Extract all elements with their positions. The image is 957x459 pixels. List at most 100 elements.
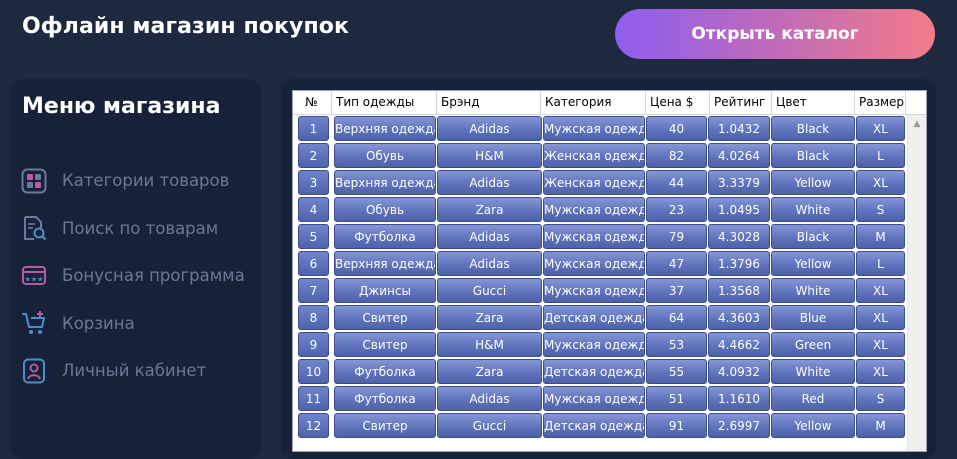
row-number-cell[interactable]: 5 (298, 224, 329, 249)
table-row[interactable]: 10 Футболка Zara Детская одежда 55 4.0932 Whit… (293, 358, 905, 385)
table-cell[interactable]: M (856, 413, 905, 438)
table-cell[interactable]: 4.0264 (708, 143, 770, 168)
table-cell[interactable]: Женская одежда (543, 143, 645, 168)
sidebar-item-search[interactable]: Поиск по товарам (20, 205, 245, 253)
row-number-cell[interactable]: 4 (298, 197, 329, 222)
sidebar-item-categories[interactable]: Категории товаров (20, 157, 245, 205)
column-header[interactable]: Размер (855, 91, 906, 114)
table-cell[interactable]: Джинсы (334, 278, 436, 303)
table-cell[interactable]: Футболка (334, 224, 436, 249)
table-cell[interactable]: Детская одежда (543, 359, 645, 384)
table-cell[interactable]: 4.3028 (708, 224, 770, 249)
table-cell[interactable]: XL (856, 170, 905, 195)
table-cell[interactable]: Zara (437, 359, 542, 384)
table-cell[interactable]: Мужская одежда (543, 278, 645, 303)
row-number-cell[interactable]: 1 (298, 116, 329, 141)
table-row[interactable]: 1 Верхняя одежда Adidas Мужская одежда 40 1.0… (293, 115, 905, 142)
table-cell[interactable]: XL (856, 359, 905, 384)
table-row[interactable]: 6 Верхняя одежда Adidas Мужская одежда 47 1.3… (293, 250, 905, 277)
products-table[interactable]: № Тип одежды Брэнд Категория Цена $ Рейтинг Цв… (292, 90, 927, 452)
table-cell[interactable]: H&M (437, 332, 542, 357)
table-cell[interactable]: 4.4662 (708, 332, 770, 357)
row-number-cell[interactable]: 12 (298, 413, 329, 438)
table-row[interactable]: 2 Обувь H&M Женская одежда 82 4.0264 Black L (293, 142, 905, 169)
table-cell[interactable]: Adidas (437, 170, 542, 195)
table-row[interactable]: 7 Джинсы Gucci Мужская одежда 37 1.3568 White X… (293, 277, 905, 304)
column-header[interactable]: Брэнд (437, 91, 541, 114)
table-cell[interactable]: 53 (646, 332, 707, 357)
open-catalog-button[interactable]: Открыть каталог (615, 9, 935, 59)
table-cell[interactable]: Верхняя одежда (334, 116, 436, 141)
sidebar-item-account[interactable]: Личный кабинет (20, 347, 245, 395)
table-cell[interactable]: XL (856, 332, 905, 357)
table-cell[interactable]: Свитер (334, 305, 436, 330)
table-cell[interactable]: Футболка (334, 386, 436, 411)
table-cell[interactable]: 1.3568 (708, 278, 770, 303)
table-cell[interactable]: Футболка (334, 359, 436, 384)
column-header[interactable]: Цвет (772, 91, 855, 114)
table-cell[interactable]: XL (856, 305, 905, 330)
table-cell[interactable]: White (771, 359, 855, 384)
row-number-cell[interactable]: 3 (298, 170, 329, 195)
column-header[interactable]: Цена $ (646, 91, 710, 114)
table-row[interactable]: 5 Футболка Adidas Мужская одежда 79 4.3028 Bla… (293, 223, 905, 250)
table-cell[interactable]: H&M (437, 143, 542, 168)
table-cell[interactable]: Adidas (437, 224, 542, 249)
table-cell[interactable]: Свитер (334, 413, 436, 438)
row-number-cell[interactable]: 8 (298, 305, 329, 330)
row-number-cell[interactable]: 6 (298, 251, 329, 276)
column-header[interactable]: Категория (541, 91, 646, 114)
table-cell[interactable]: Мужская одежда (543, 197, 645, 222)
table-cell[interactable]: 1.0432 (708, 116, 770, 141)
table-cell[interactable]: L (856, 143, 905, 168)
sidebar-item-bonus[interactable]: ★★★ Бонусная программа (20, 252, 245, 300)
table-cell[interactable]: 47 (646, 251, 707, 276)
table-row[interactable]: 3 Верхняя одежда Adidas Женская одежда 44 3.3… (293, 169, 905, 196)
table-cell[interactable]: 2.6997 (708, 413, 770, 438)
table-cell[interactable]: 91 (646, 413, 707, 438)
table-cell[interactable]: L (856, 251, 905, 276)
table-cell[interactable]: Red (771, 386, 855, 411)
sidebar-item-cart[interactable]: Корзина (20, 300, 245, 348)
table-cell[interactable]: S (856, 197, 905, 222)
table-cell[interactable]: 51 (646, 386, 707, 411)
table-cell[interactable]: Zara (437, 197, 542, 222)
table-cell[interactable]: Мужская одежда (543, 332, 645, 357)
table-cell[interactable]: 1.3796 (708, 251, 770, 276)
table-cell[interactable]: Yellow (771, 251, 855, 276)
row-number-cell[interactable]: 9 (298, 332, 329, 357)
table-cell[interactable]: 37 (646, 278, 707, 303)
table-cell[interactable]: Мужская одежда (543, 251, 645, 276)
table-cell[interactable]: Black (771, 224, 855, 249)
table-cell[interactable]: 1.0495 (708, 197, 770, 222)
table-row[interactable]: 12 Свитер Gucci Детская одежда 91 2.6997 Yello… (293, 412, 905, 439)
table-cell[interactable]: Yellow (771, 170, 855, 195)
table-cell[interactable]: Свитер (334, 332, 436, 357)
table-cell[interactable]: XL (856, 278, 905, 303)
table-cell[interactable]: Green (771, 332, 855, 357)
table-cell[interactable]: 3.3379 (708, 170, 770, 195)
table-cell[interactable]: Gucci (437, 278, 542, 303)
table-cell[interactable]: 4.0932 (708, 359, 770, 384)
table-cell[interactable]: 82 (646, 143, 707, 168)
table-cell[interactable]: 4.3603 (708, 305, 770, 330)
table-cell[interactable]: White (771, 197, 855, 222)
table-cell[interactable]: 79 (646, 224, 707, 249)
table-cell[interactable]: 1.1610 (708, 386, 770, 411)
table-cell[interactable]: Обувь (334, 197, 436, 222)
table-cell[interactable]: 40 (646, 116, 707, 141)
table-cell[interactable]: Blue (771, 305, 855, 330)
table-cell[interactable]: Zara (437, 305, 542, 330)
table-cell[interactable]: White (771, 278, 855, 303)
table-cell[interactable]: 44 (646, 170, 707, 195)
table-cell[interactable]: Adidas (437, 116, 542, 141)
table-row[interactable]: 11 Футболка Adidas Мужская одежда 51 1.1610 Re… (293, 385, 905, 412)
table-cell[interactable]: Мужская одежда (543, 386, 645, 411)
table-cell[interactable]: Gucci (437, 413, 542, 438)
column-header[interactable]: Тип одежды (332, 91, 437, 114)
table-cell[interactable]: Yellow (771, 413, 855, 438)
table-cell[interactable]: M (856, 224, 905, 249)
table-cell[interactable]: Детская одежда (543, 413, 645, 438)
table-cell[interactable]: Adidas (437, 251, 542, 276)
table-cell[interactable]: XL (856, 116, 905, 141)
